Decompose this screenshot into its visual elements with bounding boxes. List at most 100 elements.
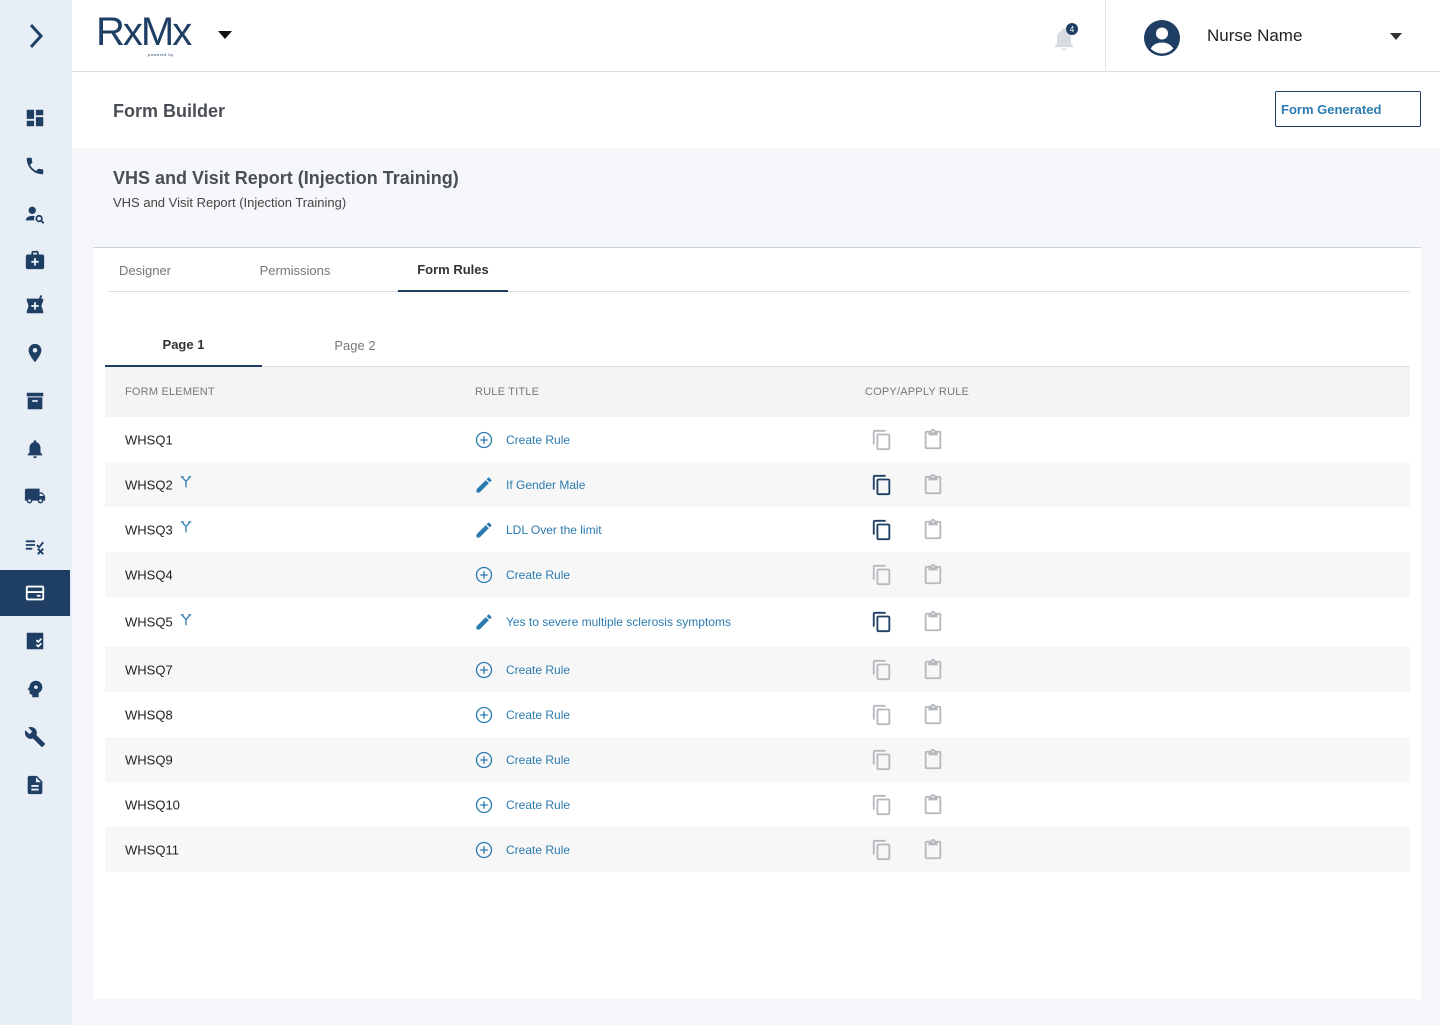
app-logo[interactable]: RxMx powered by <box>96 12 192 58</box>
sidebar-item-medical[interactable] <box>0 237 70 283</box>
copy-icon <box>872 429 891 450</box>
branch-logic-icon <box>180 521 191 533</box>
sidebar-item-dashboard[interactable] <box>0 95 70 141</box>
form-element-label: WHSQ9 <box>125 752 173 767</box>
branch-logic-icon <box>180 476 191 488</box>
create-rule-link[interactable]: Create Rule <box>474 430 570 450</box>
add-circle-icon <box>475 661 493 678</box>
sidebar-item-patient-search[interactable] <box>0 191 70 237</box>
form-element-label: WHSQ8 <box>125 707 173 722</box>
sidebar-item-tasks[interactable] <box>0 618 70 664</box>
copy-rule-button[interactable] <box>871 704 893 726</box>
column-header-rule-title: RULE TITLE <box>475 386 540 398</box>
tab-designer[interactable]: Designer <box>108 248 182 292</box>
sidebar-item-locations[interactable] <box>0 330 70 376</box>
edit-rule-link[interactable]: If Gender Male <box>474 475 585 495</box>
column-header-form-element: FORM ELEMENT <box>125 386 215 398</box>
page-tabs: Page 1 Page 2 <box>105 323 1409 367</box>
tab-page-2[interactable]: Page 2 <box>317 323 393 367</box>
notification-count-badge: 4 <box>1066 23 1078 35</box>
edit-rule-link[interactable]: Yes to severe multiple sclerosis symptom… <box>474 612 731 632</box>
truck-icon <box>24 488 46 504</box>
sidebar-item-form-builder[interactable] <box>0 570 70 616</box>
sidebar-item-alerts[interactable] <box>0 426 70 472</box>
sidebar-item-calls[interactable] <box>0 143 70 189</box>
table-row: WHSQ10 Create Rule <box>105 782 1410 827</box>
form-builder-icon <box>25 585 45 601</box>
apply-rule-button[interactable] <box>922 838 944 861</box>
user-avatar-icon[interactable] <box>1144 20 1180 56</box>
copy-rule-button[interactable] <box>871 611 893 633</box>
create-rule-link[interactable]: Create Rule <box>474 660 570 680</box>
clipboard-paste-icon <box>924 563 942 584</box>
copy-icon <box>872 839 891 860</box>
sidebar-item-archive[interactable] <box>0 378 70 424</box>
form-title: VHS and Visit Report (Injection Training… <box>113 168 459 188</box>
copy-rule-button[interactable] <box>871 519 893 541</box>
copy-icon <box>872 564 891 585</box>
edit-rule-link[interactable]: LDL Over the limit <box>474 520 602 540</box>
branch-logic-icon <box>180 613 191 625</box>
user-menu-dropdown[interactable] <box>1388 30 1404 42</box>
user-name[interactable]: Nurse Name <box>1207 26 1302 46</box>
clipboard-paste-icon <box>924 703 942 724</box>
form-element-label: WHSQ7 <box>125 662 173 677</box>
apply-rule-button[interactable] <box>922 473 944 496</box>
tab-form-rules[interactable]: Form Rules <box>398 248 508 292</box>
sidebar-item-documents[interactable] <box>0 762 70 808</box>
create-rule-link[interactable]: Create Rule <box>474 840 570 860</box>
form-element-cell: WHSQ1 <box>125 432 173 447</box>
rule-title: Create Rule <box>506 567 571 582</box>
add-circle-icon <box>475 706 493 723</box>
apply-rule-button[interactable] <box>922 611 944 633</box>
copy-rule-button[interactable] <box>871 794 893 816</box>
pharmacy-icon <box>26 295 44 314</box>
add-circle-icon <box>475 841 493 858</box>
table-row: WHSQ7 Create Rule <box>105 647 1410 692</box>
sidebar-item-psych[interactable] <box>0 666 70 712</box>
clipboard-paste-icon <box>924 473 942 494</box>
form-element-cell: WHSQ4 <box>125 567 173 582</box>
copy-rule-button[interactable] <box>871 659 893 681</box>
form-element-cell: WHSQ9 <box>125 752 173 767</box>
create-rule-link[interactable]: Create Rule <box>474 795 570 815</box>
rule-title: Yes to severe multiple sclerosis symptom… <box>506 615 731 629</box>
copy-rule-button[interactable] <box>871 839 893 861</box>
apply-rule-button[interactable] <box>922 428 944 451</box>
edit-pencil-icon <box>476 522 492 537</box>
sidebar <box>0 0 72 1025</box>
sidebar-item-tools[interactable] <box>0 714 70 760</box>
form-generated-button[interactable]: Form Generated <box>1275 91 1421 127</box>
add-circle-icon <box>475 751 493 768</box>
create-rule-link[interactable]: Create Rule <box>474 705 570 725</box>
clipboard-paste-icon <box>924 838 942 859</box>
sidebar-item-shipping[interactable] <box>0 473 70 519</box>
copy-icon <box>872 749 891 770</box>
edit-pencil-icon <box>476 477 492 492</box>
form-element-cell: WHSQ8 <box>125 707 173 722</box>
copy-rule-button[interactable] <box>871 474 893 496</box>
apply-rule-button[interactable] <box>922 518 944 541</box>
apply-rule-button[interactable] <box>922 563 944 586</box>
apply-rule-button[interactable] <box>922 703 944 726</box>
create-rule-link[interactable]: Create Rule <box>474 565 570 585</box>
copy-rule-button[interactable] <box>871 429 893 451</box>
rule-title: Create Rule <box>506 432 571 447</box>
sidebar-item-pharmacy[interactable] <box>0 282 70 328</box>
sidebar-expand-button[interactable] <box>0 0 72 72</box>
apply-rule-button[interactable] <box>922 748 944 771</box>
tab-page-1[interactable]: Page 1 <box>105 323 262 367</box>
column-header-copy-apply-rule: COPY/APPLY RULE <box>865 386 970 398</box>
form-subtitle: VHS and Visit Report (Injection Training… <box>113 195 347 210</box>
app-switcher-dropdown[interactable] <box>216 28 234 42</box>
form-rules-panel: Designer Permissions Form Rules Page 1 P… <box>93 247 1421 999</box>
create-rule-link[interactable]: Create Rule <box>474 750 570 770</box>
copy-rule-button[interactable] <box>871 564 893 586</box>
table-row: WHSQ8 Create Rule <box>105 692 1410 737</box>
copy-rule-button[interactable] <box>871 749 893 771</box>
copy-icon <box>872 611 891 633</box>
apply-rule-button[interactable] <box>922 793 944 816</box>
apply-rule-button[interactable] <box>922 658 944 681</box>
tab-permissions[interactable]: Permissions <box>246 248 344 292</box>
sidebar-item-checklist[interactable] <box>0 522 70 568</box>
